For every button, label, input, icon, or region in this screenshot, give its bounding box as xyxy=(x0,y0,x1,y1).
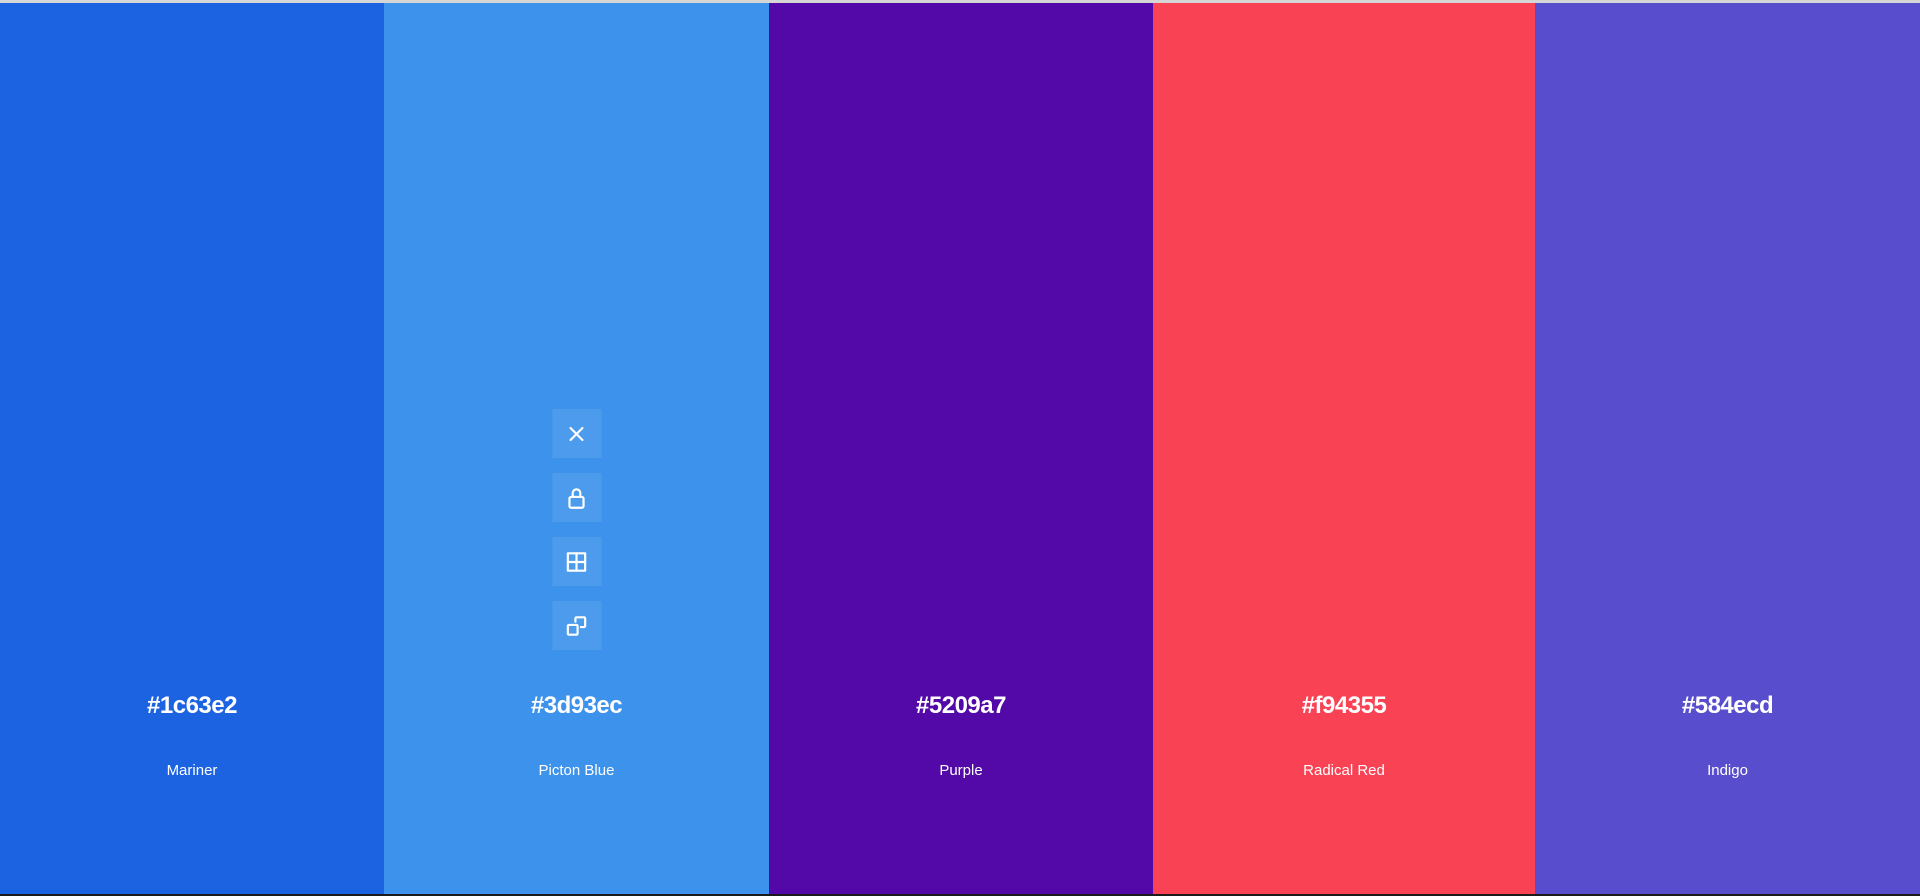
color-name[interactable]: Mariner xyxy=(0,762,384,779)
hex-code[interactable]: #3d93ec xyxy=(384,692,769,720)
color-name[interactable]: Radical Red xyxy=(1153,762,1535,779)
color-swatch-5[interactable]: #584ecd Indigo xyxy=(1535,3,1920,894)
copy-hex-button[interactable] xyxy=(552,601,601,650)
color-swatch-3[interactable]: #5209a7 Purple xyxy=(769,3,1153,894)
lock-icon xyxy=(568,487,585,509)
color-name-label: Mariner xyxy=(166,762,218,779)
hex-code[interactable]: #5209a7 xyxy=(769,692,1153,720)
view-shades-button[interactable] xyxy=(552,537,601,586)
color-name-label: Indigo xyxy=(1707,762,1748,779)
color-palette: #1c63e2 Mariner #3d93ec Picton Blue #520… xyxy=(0,3,1920,894)
color-swatch-1[interactable]: #1c63e2 Mariner xyxy=(0,3,384,894)
copy-icon xyxy=(566,615,587,636)
color-name[interactable]: Indigo xyxy=(1535,762,1920,779)
color-name[interactable]: Picton Blue xyxy=(384,762,769,779)
lock-color-button[interactable] xyxy=(552,473,601,522)
hex-code[interactable]: #584ecd xyxy=(1535,692,1920,720)
color-swatch-4[interactable]: #f94355 Radical Red xyxy=(1153,3,1535,894)
swatch-toolbar xyxy=(552,409,601,650)
color-swatch-2[interactable]: #3d93ec Picton Blue xyxy=(384,3,769,894)
color-name-label: Radical Red xyxy=(1303,762,1385,779)
close-icon xyxy=(569,426,584,441)
remove-color-button[interactable] xyxy=(552,409,601,458)
grid-icon xyxy=(566,551,587,572)
color-name[interactable]: Purple xyxy=(769,762,1153,779)
hex-code[interactable]: #1c63e2 xyxy=(0,692,384,720)
color-name-label: Picton Blue xyxy=(538,762,615,779)
color-name-label: Purple xyxy=(939,762,983,779)
hex-code[interactable]: #f94355 xyxy=(1153,692,1535,720)
